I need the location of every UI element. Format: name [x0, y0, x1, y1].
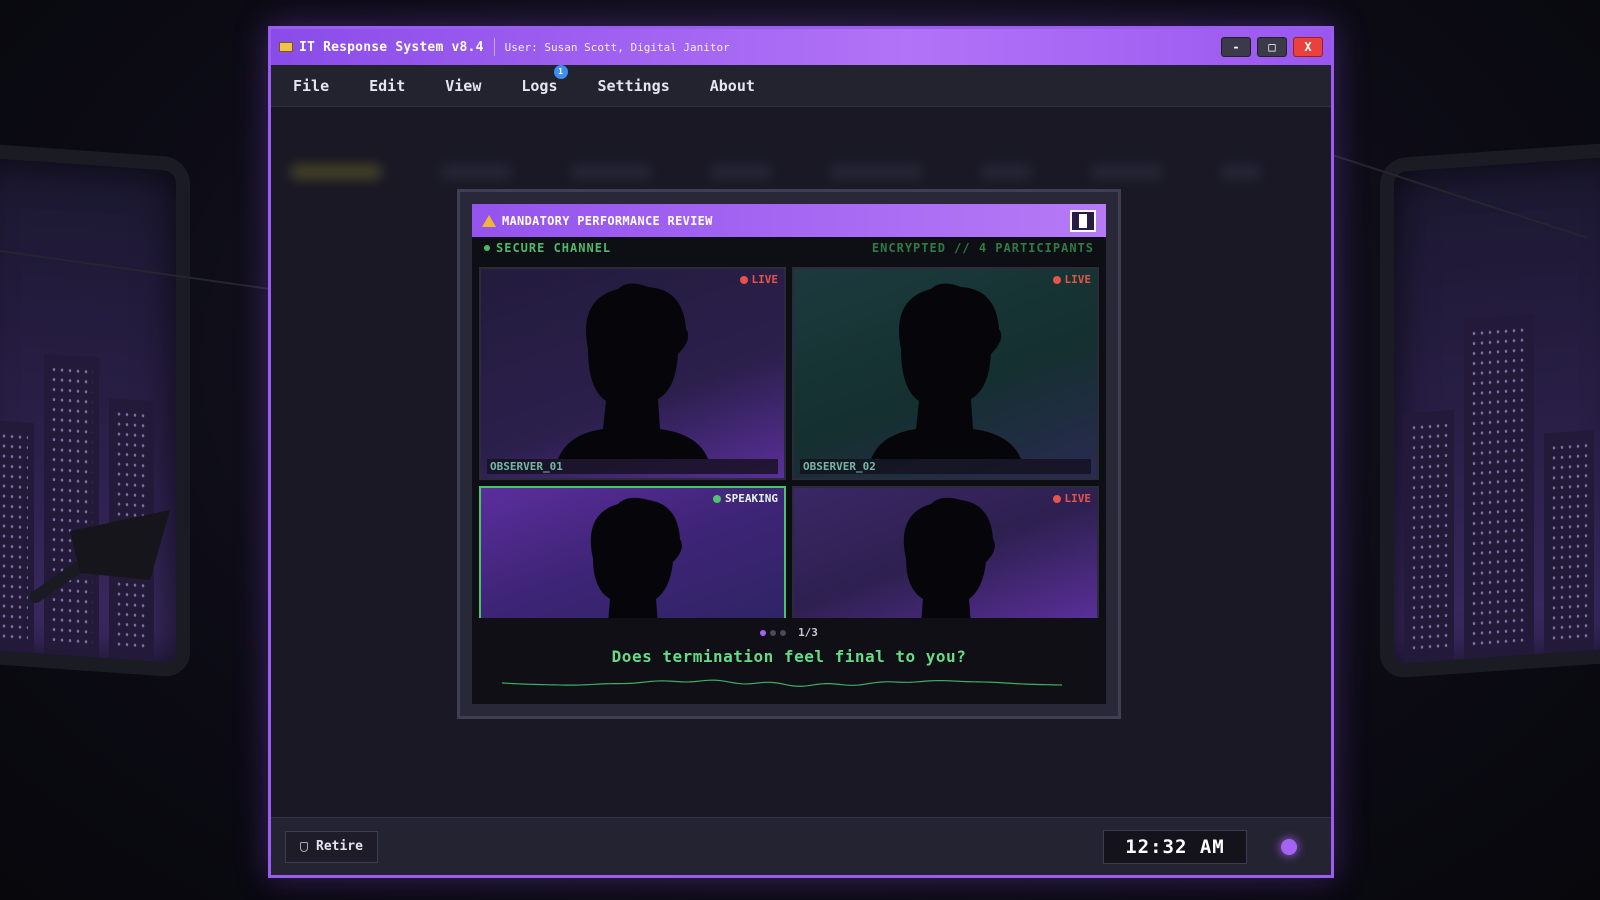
- channel-label: SECURE CHANNEL: [496, 241, 612, 255]
- blurred-background-content: [291, 165, 1311, 185]
- audio-waveform: [502, 679, 1062, 687]
- live-label: LIVE: [1064, 492, 1092, 505]
- retire-label: Retire: [316, 839, 363, 854]
- review-dialog-frame: MANDATORY PERFORMANCE REVIEW SECURE CHAN…: [457, 189, 1121, 719]
- menu-bar: File Edit View Logs 1 Settings About: [271, 64, 1331, 107]
- live-indicator: LIVE: [739, 273, 779, 286]
- logs-notification-badge: 1: [553, 64, 568, 79]
- person-silhouette-icon: [557, 283, 708, 459]
- participant-tile-speaking[interactable]: SPEAKING: [479, 486, 786, 623]
- workspace: MANDATORY PERFORMANCE REVIEW SECURE CHAN…: [271, 107, 1331, 817]
- close-button[interactable]: X: [1293, 37, 1323, 57]
- shield-icon: [300, 841, 308, 852]
- secure-indicator-icon: [484, 245, 490, 251]
- menu-logs-label: Logs: [521, 76, 558, 95]
- caption-pager[interactable]: 1/3: [472, 626, 1106, 639]
- menu-view[interactable]: View: [445, 77, 481, 95]
- person-silhouette-icon: [903, 497, 995, 621]
- participant-grid: LIVE OBSERVER_01 LIVE OBSERVER_02 SPEAKI…: [479, 267, 1099, 623]
- encryption-label: ENCRYPTED // 4 PARTICIPANTS: [871, 241, 1094, 255]
- live-label: LIVE: [1064, 273, 1092, 286]
- status-indicator-icon[interactable]: [1281, 838, 1297, 855]
- caption-text: Does termination feel final to you?: [611, 647, 967, 666]
- page-dot-icon: [780, 629, 787, 636]
- menu-edit[interactable]: Edit: [369, 77, 405, 95]
- participant-tile[interactable]: LIVE: [792, 486, 1099, 623]
- dialog-title: MANDATORY PERFORMANCE REVIEW: [502, 213, 713, 228]
- live-indicator: LIVE: [1052, 492, 1092, 505]
- speaking-indicator: SPEAKING: [713, 492, 778, 505]
- page-dot-icon: [770, 629, 777, 636]
- record-dot-icon: [739, 275, 748, 284]
- review-dialog: MANDATORY PERFORMANCE REVIEW SECURE CHAN…: [472, 204, 1106, 704]
- minimize-button[interactable]: -: [1221, 37, 1251, 57]
- menu-about[interactable]: About: [710, 77, 755, 95]
- speaking-dot-icon: [713, 494, 722, 503]
- caption-area: 1/3 Does termination feel final to you?: [472, 618, 1106, 704]
- menu-logs[interactable]: Logs 1: [521, 64, 568, 95]
- record-dot-icon: [1052, 494, 1061, 503]
- page-counter: 1/3: [798, 626, 818, 639]
- person-silhouette-icon: [870, 283, 1021, 459]
- menu-file[interactable]: File: [293, 77, 329, 95]
- warning-icon: [482, 214, 496, 227]
- speaking-label: SPEAKING: [725, 492, 778, 505]
- menu-settings[interactable]: Settings: [598, 77, 670, 95]
- page-dot-icon: [760, 629, 767, 636]
- participant-tile[interactable]: LIVE OBSERVER_01: [479, 267, 786, 480]
- channel-bar: SECURE CHANNEL ENCRYPTED // 4 PARTICIPAN…: [472, 237, 1106, 259]
- folder-icon: [279, 42, 293, 52]
- dialog-close-button[interactable]: [1070, 209, 1096, 232]
- close-icon: [1079, 213, 1087, 228]
- participant-name: OBSERVER_02: [800, 459, 1091, 474]
- title-bar[interactable]: IT Response System v8.4 User: Susan Scot…: [271, 29, 1331, 65]
- dialog-title-bar[interactable]: MANDATORY PERFORMANCE REVIEW: [472, 204, 1106, 237]
- app-title: IT Response System v8.4: [299, 39, 484, 55]
- maximize-button[interactable]: □: [1257, 37, 1287, 57]
- title-separator: [493, 38, 495, 56]
- app-window: IT Response System v8.4 User: Susan Scot…: [268, 26, 1334, 878]
- participant-tile[interactable]: LIVE OBSERVER_02: [792, 267, 1099, 480]
- live-label: LIVE: [751, 273, 779, 286]
- participant-name: OBSERVER_01: [487, 459, 778, 474]
- right-window-pane: [1380, 140, 1600, 680]
- clock: 12:32 AM: [1103, 829, 1247, 864]
- retire-button[interactable]: Retire: [285, 830, 378, 863]
- person-silhouette-icon: [590, 497, 682, 621]
- status-bar: Retire 12:32 AM: [271, 817, 1331, 875]
- record-dot-icon: [1052, 275, 1061, 284]
- user-info: User: Susan Scott, Digital Janitor: [504, 40, 730, 54]
- window-controls: - □ X: [1221, 37, 1323, 57]
- live-indicator: LIVE: [1052, 273, 1092, 286]
